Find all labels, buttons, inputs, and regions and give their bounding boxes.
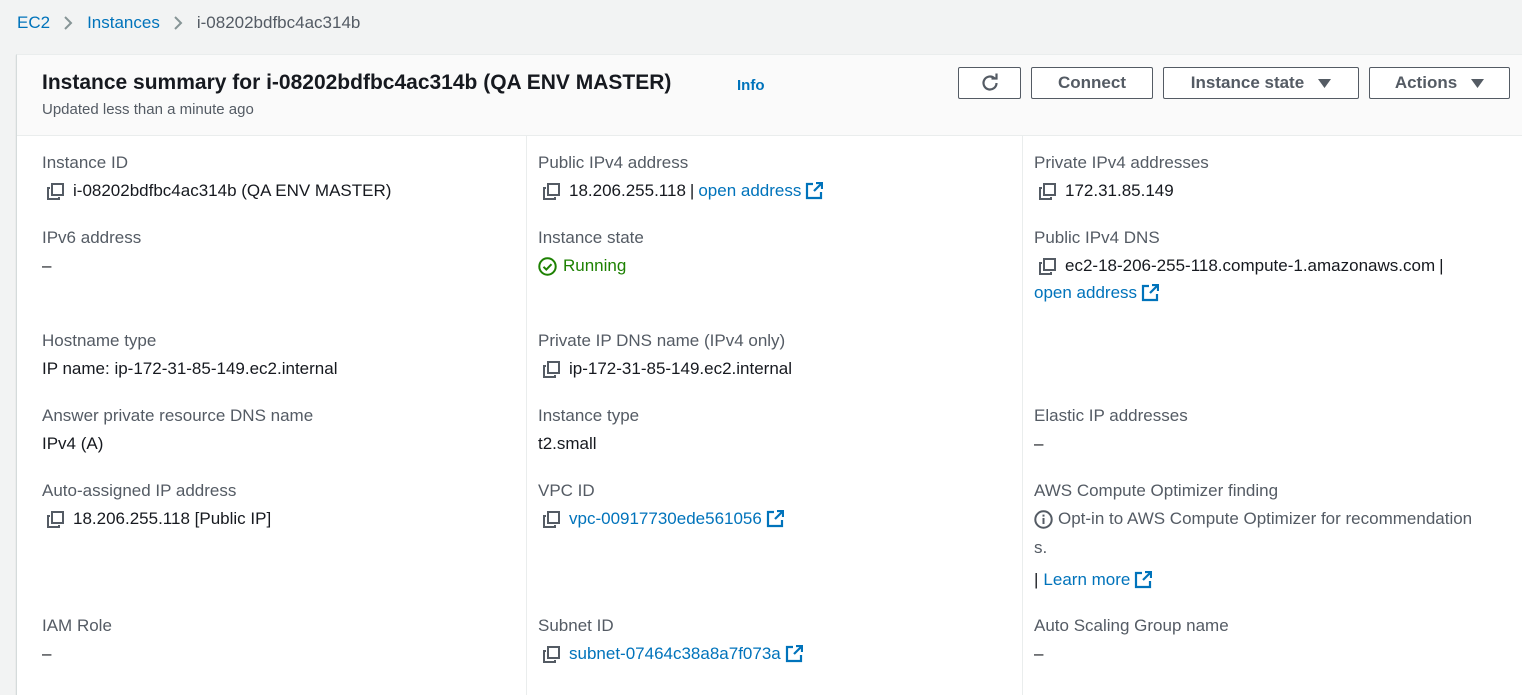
field-label: Public IPv4 address <box>538 153 689 172</box>
separator: | <box>1034 570 1039 589</box>
field-label: Subnet ID <box>538 616 614 635</box>
field-value: t2.small <box>538 434 597 453</box>
field-value: – <box>1034 434 1044 453</box>
field-elastic-ip: Elastic IP addresses – <box>1034 406 1188 454</box>
field-value: 172.31.85.149 <box>1065 181 1174 200</box>
refresh-button[interactable] <box>958 67 1021 99</box>
optimizer-text-cont: s. <box>1034 538 1048 557</box>
breadcrumb-ec2[interactable]: EC2 <box>17 13 50 33</box>
copy-icon[interactable] <box>543 182 560 200</box>
field-value: ec2-18-206-255-118.compute-1.amazonaws.c… <box>1065 256 1436 275</box>
open-address-link[interactable]: open address <box>1034 283 1137 303</box>
field-hostname-type: Hostname type IP name: ip-172-31-85-149.… <box>42 331 337 379</box>
field-label: Auto-assigned IP address <box>42 481 237 500</box>
field-value: IP name: ip-172-31-85-149.ec2.internal <box>42 359 338 378</box>
breadcrumb: EC2 Instances i-08202bdfbc4ac314b <box>17 12 360 34</box>
field-label: IPv6 address <box>42 228 142 247</box>
actions-label: Actions <box>1394 73 1458 92</box>
field-instance-id: Instance ID i-08202bdfbc4ac314b (QA ENV … <box>42 153 391 201</box>
field-instance-state: Instance state Running <box>538 228 644 276</box>
actions-button[interactable]: Actions <box>1369 67 1510 99</box>
field-compute-optimizer: AWS Compute Optimizer finding Opt-in to … <box>1034 481 1472 590</box>
copy-icon[interactable] <box>47 182 64 200</box>
field-private-dns: Private IP DNS name (IPv4 only) ip-172-3… <box>538 331 792 379</box>
field-label: Hostname type <box>42 331 157 350</box>
copy-icon[interactable] <box>543 360 560 378</box>
page-title: Instance summary for i-08202bdfbc4ac314b… <box>42 71 672 94</box>
copy-icon[interactable] <box>543 645 560 663</box>
refresh-icon <box>979 72 1001 94</box>
instance-summary-panel: Instance summary for i-08202bdfbc4ac314b… <box>16 54 1522 695</box>
field-label: Private IP DNS name (IPv4 only) <box>538 331 786 350</box>
external-link-icon <box>766 510 784 528</box>
field-private-ipv4: Private IPv4 addresses 172.31.85.149 <box>1034 153 1209 201</box>
info-link[interactable]: Info <box>737 77 765 94</box>
field-instance-type: Instance type t2.small <box>538 406 639 454</box>
check-circle-icon <box>538 256 557 276</box>
separator: | <box>1439 256 1444 275</box>
field-subnet-id: Subnet ID subnet-07464c38a8a7f073a <box>538 616 803 664</box>
open-address-link[interactable]: open address <box>698 181 801 201</box>
details-column-3: Private IPv4 addresses 172.31.85.149 Pub… <box>1022 135 1504 695</box>
field-auto-ip: Auto-assigned IP address 18.206.255.118 … <box>42 481 271 529</box>
field-label: Elastic IP addresses <box>1034 406 1188 425</box>
optimizer-text: Opt-in to AWS Compute Optimizer for reco… <box>1058 509 1473 528</box>
field-value: – <box>42 644 52 663</box>
field-vpc-id: VPC ID vpc-00917730ede561056 <box>538 481 784 529</box>
field-value: – <box>1034 644 1044 663</box>
external-link-icon <box>1141 284 1160 302</box>
connect-label: Connect <box>1058 73 1126 92</box>
separator: | <box>689 181 695 200</box>
field-label: AWS Compute Optimizer finding <box>1034 481 1279 500</box>
panel-header: Instance summary for i-08202bdfbc4ac314b… <box>17 55 1522 136</box>
status-running: Running <box>563 256 627 275</box>
field-ipv6: IPv6 address – <box>42 228 141 276</box>
caret-down-icon <box>1471 78 1485 88</box>
details-column-1: Instance ID i-08202bdfbc4ac314b (QA ENV … <box>42 135 538 695</box>
details-column-2: Public IPv4 address 18.206.255.118 | ope… <box>526 135 1034 695</box>
field-value: 18.206.255.118 <box>569 181 686 200</box>
field-value: – <box>42 256 52 275</box>
field-iam-role: IAM Role – <box>42 616 112 664</box>
field-label: Answer private resource DNS name <box>42 406 314 425</box>
copy-icon[interactable] <box>543 510 560 528</box>
breadcrumb-current: i-08202bdfbc4ac314b <box>196 13 361 32</box>
external-link-icon <box>805 182 824 200</box>
caret-down-icon <box>1318 78 1332 88</box>
field-value: i-08202bdfbc4ac314b (QA ENV MASTER) <box>73 181 392 200</box>
subnet-id-link[interactable]: subnet-07464c38a8a7f073a <box>569 644 781 664</box>
field-label: Instance ID <box>42 153 128 172</box>
breadcrumb-instances[interactable]: Instances <box>87 13 160 33</box>
copy-icon[interactable] <box>47 510 64 528</box>
field-label: Instance type <box>538 406 640 425</box>
external-link-icon <box>785 645 803 663</box>
field-value: ip-172-31-85-149.ec2.internal <box>569 359 793 378</box>
field-value: IPv4 (A) <box>42 434 104 453</box>
field-label: IAM Role <box>42 616 112 635</box>
updated-text: Updated less than a minute ago <box>42 101 254 118</box>
vpc-id-link[interactable]: vpc-00917730ede561056 <box>569 509 762 529</box>
field-asg: Auto Scaling Group name – <box>1034 616 1229 664</box>
info-circle-icon <box>1034 509 1053 529</box>
chevron-right-icon <box>64 16 73 30</box>
instance-state-button[interactable]: Instance state <box>1163 67 1359 99</box>
field-label: VPC ID <box>538 481 595 500</box>
field-value: 18.206.255.118 [Public IP] <box>73 509 272 528</box>
field-public-ipv4: Public IPv4 address 18.206.255.118 | ope… <box>538 153 824 201</box>
copy-icon[interactable] <box>1039 257 1056 275</box>
field-public-dns: Public IPv4 DNS ec2-18-206-255-118.compu… <box>1034 228 1448 303</box>
field-label: Instance state <box>538 228 644 247</box>
field-label: Auto Scaling Group name <box>1034 616 1229 635</box>
field-label: Public IPv4 DNS <box>1034 228 1160 247</box>
copy-icon[interactable] <box>1039 182 1056 200</box>
instance-state-label: Instance state <box>1190 73 1305 92</box>
connect-button[interactable]: Connect <box>1031 67 1153 99</box>
field-answer-dns: Answer private resource DNS name IPv4 (A… <box>42 406 313 454</box>
learn-more-link[interactable]: Learn more <box>1043 570 1130 590</box>
chevron-right-icon <box>174 16 183 30</box>
external-link-icon <box>1134 571 1153 589</box>
field-label: Private IPv4 addresses <box>1034 153 1209 172</box>
